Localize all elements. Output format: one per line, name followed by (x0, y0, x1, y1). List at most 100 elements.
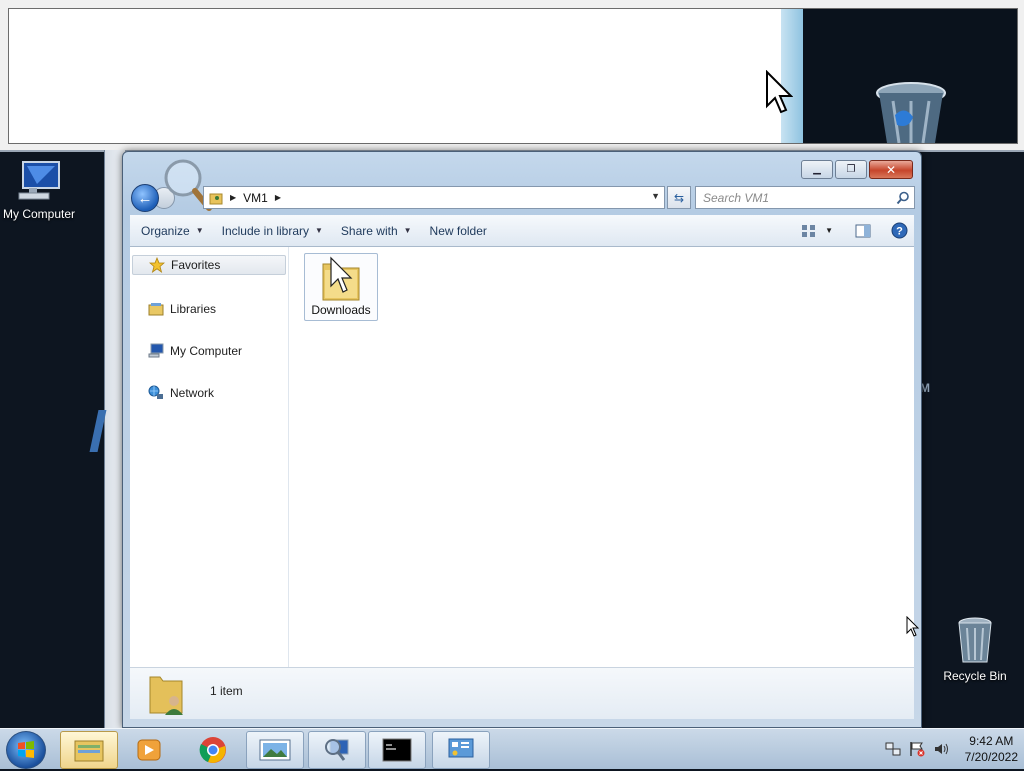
file-name: Downloads (311, 303, 371, 317)
explorer-content: Favorites Libraries My Computer Network … (130, 247, 914, 668)
command-bar: Organize ▼ Include in library ▼ Share wi… (130, 215, 914, 247)
taskbar: 9:42 AM 7/20/2022 (0, 728, 1024, 769)
taskbar-control-panel[interactable] (432, 731, 490, 769)
downloads-folder-icon (322, 256, 360, 301)
item-count: 1 item (210, 684, 243, 698)
nav-item-favorites[interactable]: Favorites (132, 255, 286, 275)
flag-error-icon (909, 742, 925, 757)
desktop-icon-my-computer[interactable]: My Computer (0, 158, 78, 221)
file-list: Downloads (289, 247, 914, 667)
navigation-pane: Favorites Libraries My Computer Network (130, 247, 289, 667)
view-controls: ▼ ? (791, 222, 914, 239)
volume-tray-icon[interactable] (933, 741, 949, 757)
photo-viewer-icon (259, 739, 291, 761)
network-status-icon (885, 742, 901, 756)
chevron-down-icon[interactable]: ▼ (825, 226, 833, 235)
magnified-cursor-icon (766, 70, 793, 114)
organize-menu[interactable]: Organize ▼ (130, 215, 213, 246)
nav-label: My Computer (170, 344, 243, 358)
back-button[interactable]: ← (131, 184, 159, 212)
preview-pane-button[interactable] (855, 224, 871, 238)
computer-icon (18, 161, 60, 200)
organize-label: Organize (141, 223, 190, 238)
breadcrumb-separator-icon[interactable]: ▶ (230, 193, 236, 202)
svg-text:?: ? (896, 226, 903, 238)
taskbar-magnifier[interactable] (308, 731, 366, 769)
libraries-icon (148, 303, 164, 316)
close-button[interactable]: ✕ (869, 160, 913, 179)
star-icon (149, 257, 165, 273)
clock-time: 9:42 AM (969, 734, 1014, 748)
search-icon[interactable] (896, 191, 910, 205)
action-center-tray-icon[interactable] (909, 741, 925, 757)
new-folder-button[interactable]: New folder (421, 215, 496, 246)
clock-date: 7/20/2022 (964, 750, 1018, 764)
refresh-icon: ⇆ (673, 190, 685, 205)
network-icon (148, 385, 163, 399)
address-dropdown-icon[interactable]: ▼ (651, 191, 660, 201)
explorer-icon (74, 740, 104, 762)
chevron-down-icon: ▼ (195, 226, 204, 235)
explorer-window[interactable]: ▁ ❐ ✕ ← ▶ VM1 ▶ ▼ ⇆ Search VM1 Organize … (122, 151, 922, 728)
media-player-icon (137, 739, 161, 761)
control-panel-icon (448, 738, 474, 758)
breadcrumb-separator-icon[interactable]: ▶ (275, 193, 281, 202)
nav-item-my-computer[interactable]: My Computer (148, 343, 242, 359)
folder-user-icon (149, 676, 183, 715)
clock[interactable]: 9:42 AM 7/20/2022 (965, 733, 1018, 765)
address-bar[interactable]: ▶ VM1 ▶ ▼ (203, 186, 665, 209)
recycle-bin-icon (958, 617, 992, 663)
taskbar-cmd[interactable] (368, 731, 426, 769)
search-input[interactable]: Search VM1 (695, 186, 915, 209)
close-icon: ✕ (885, 162, 897, 177)
view-grid-icon (802, 224, 816, 237)
computer-icon (148, 343, 164, 358)
change-view-button[interactable]: ▼ (801, 224, 833, 238)
folder-item-downloads[interactable]: Downloads (304, 253, 378, 321)
desktop-icon-label: Recycle Bin (943, 669, 1007, 683)
include-in-library-menu[interactable]: Include in library ▼ (213, 215, 332, 246)
start-button[interactable] (6, 731, 46, 769)
preview-pane-icon (855, 224, 871, 237)
share-with-menu[interactable]: Share with ▼ (332, 215, 421, 246)
nav-label: Libraries (170, 302, 217, 316)
network-tray-icon[interactable] (885, 741, 901, 757)
nav-item-network[interactable]: Network (148, 385, 214, 401)
folder-user-icon (209, 193, 223, 204)
new-folder-label: New folder (429, 223, 487, 238)
cmd-icon (382, 738, 412, 762)
system-tray: 9:42 AM 7/20/2022 (885, 729, 1018, 769)
share-with-label: Share with (340, 223, 398, 238)
speaker-icon (934, 743, 948, 755)
maximize-button[interactable]: ❐ (835, 160, 867, 179)
minimize-icon: ▁ (813, 163, 821, 175)
minimize-button[interactable]: ▁ (801, 160, 833, 179)
window-controls: ▁ ❐ ✕ (799, 160, 913, 179)
arrow-left-icon: ← (137, 189, 153, 207)
chrome-icon (199, 737, 226, 763)
nav-item-libraries[interactable]: Libraries (148, 301, 216, 317)
windows-logo-icon (18, 741, 34, 758)
magnifier-icon (325, 739, 349, 761)
magnified-recycle-bin-icon (876, 82, 946, 143)
help-button[interactable]: ? (891, 222, 908, 239)
help-icon: ? (891, 222, 908, 239)
taskbar-explorer[interactable] (60, 731, 118, 769)
breadcrumb-vm1[interactable]: VM1 (243, 191, 268, 205)
desktop-icon-recycle-bin[interactable]: Recycle Bin (940, 616, 1010, 683)
restore-icon: ❐ (846, 163, 856, 175)
chevron-down-icon: ▼ (403, 226, 412, 235)
refresh-button[interactable]: ⇆ (667, 186, 691, 209)
mouse-cursor-icon (906, 616, 920, 637)
magnifier-preview (0, 0, 1024, 152)
taskbar-photo-viewer[interactable] (246, 731, 304, 769)
chevron-down-icon: ▼ (315, 226, 323, 235)
navigation-bar: ← ▶ VM1 ▶ ▼ ⇆ Search VM1 (129, 159, 915, 212)
magnifier-lens-view (8, 8, 1018, 144)
nav-label: Network (170, 386, 215, 400)
nav-label: Favorites (171, 258, 221, 272)
taskbar-media-player[interactable] (120, 731, 178, 769)
taskbar-chrome[interactable] (184, 731, 242, 769)
details-pane: 1 item (130, 668, 914, 719)
search-placeholder: Search VM1 (703, 190, 770, 205)
